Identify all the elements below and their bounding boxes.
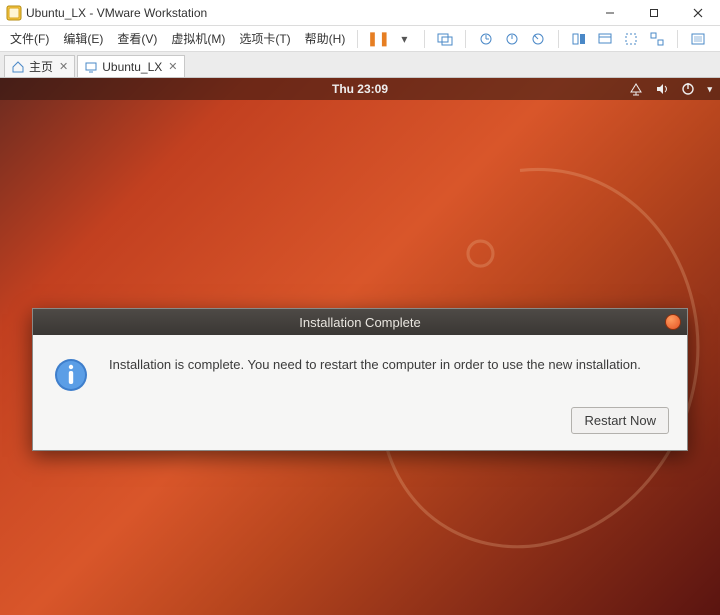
dialog-body: Installation is complete. You need to re… (33, 335, 687, 401)
chevron-down-icon[interactable]: ▾ (707, 84, 712, 95)
window-title: Ubuntu_LX - VMware Workstation (26, 6, 588, 20)
snapshot-icon[interactable] (476, 29, 496, 49)
stretch-icon[interactable] (621, 29, 641, 49)
toolbar-separator (465, 30, 466, 48)
power-icon[interactable] (681, 82, 695, 96)
menubar: 文件(F) 编辑(E) 查看(V) 虚拟机(M) 选项卡(T) 帮助(H) ❚❚… (0, 26, 720, 52)
window-titlebar: Ubuntu_LX - VMware Workstation (0, 0, 720, 26)
dialog-title: Installation Complete (299, 315, 420, 330)
menu-vm[interactable]: 虚拟机(M) (165, 28, 231, 49)
ubuntu-tray: ▾ (629, 78, 712, 100)
network-icon[interactable] (629, 82, 643, 96)
dialog-titlebar[interactable]: Installation Complete (33, 309, 687, 335)
dialog-message: Installation is complete. You need to re… (109, 357, 641, 372)
snapshot-mgr-icon[interactable] (502, 29, 522, 49)
ubuntu-clock[interactable]: Thu 23:09 (332, 82, 388, 96)
menu-file[interactable]: 文件(F) (4, 28, 55, 49)
menu-tabs[interactable]: 选项卡(T) (233, 28, 296, 49)
window-maximize-button[interactable] (632, 0, 676, 25)
tab-home-label: 主页 (29, 58, 53, 75)
toolbar-separator (424, 30, 425, 48)
toolbar-separator (558, 30, 559, 48)
restart-now-button[interactable]: Restart Now (571, 407, 669, 434)
tab-home[interactable]: 主页 ✕ (4, 55, 75, 77)
revert-icon[interactable] (528, 29, 548, 49)
ubuntu-topbar: Thu 23:09 ▾ (0, 78, 720, 100)
volume-icon[interactable] (655, 82, 669, 96)
vm-viewport[interactable]: Thu 23:09 ▾ Installation Complete Instal… (0, 78, 720, 615)
unity-icon[interactable] (647, 29, 667, 49)
menu-view[interactable]: 查看(V) (111, 28, 163, 49)
window-minimize-button[interactable] (588, 0, 632, 25)
menu-help[interactable]: 帮助(H) (299, 28, 352, 49)
info-icon (53, 357, 89, 393)
vmware-appicon (6, 5, 22, 21)
menu-separator (357, 30, 358, 48)
toolbar: ❚❚ ▾ (368, 29, 708, 49)
send-cad-icon[interactable] (435, 29, 455, 49)
console-icon[interactable] (595, 29, 615, 49)
window-controls (588, 0, 720, 25)
tab-vm-label: Ubuntu_LX (102, 60, 162, 74)
tab-vm[interactable]: Ubuntu_LX ✕ (77, 55, 184, 77)
tab-close-icon[interactable]: ✕ (168, 60, 177, 73)
install-complete-dialog: Installation Complete Installation is co… (32, 308, 688, 451)
dropdown-icon[interactable]: ▾ (394, 29, 414, 49)
tab-close-icon[interactable]: ✕ (59, 60, 68, 73)
vm-icon (84, 60, 98, 74)
toolbar-separator (677, 30, 678, 48)
window-close-button[interactable] (676, 0, 720, 25)
dialog-close-button[interactable] (665, 314, 681, 330)
home-icon (11, 60, 25, 74)
fullscreen-icon[interactable] (688, 29, 708, 49)
layout-icon[interactable] (569, 29, 589, 49)
tabstrip: 主页 ✕ Ubuntu_LX ✕ (0, 52, 720, 78)
menu-edit[interactable]: 编辑(E) (57, 28, 109, 49)
dialog-actions: Restart Now (33, 401, 687, 450)
pause-icon[interactable]: ❚❚ (368, 29, 388, 49)
